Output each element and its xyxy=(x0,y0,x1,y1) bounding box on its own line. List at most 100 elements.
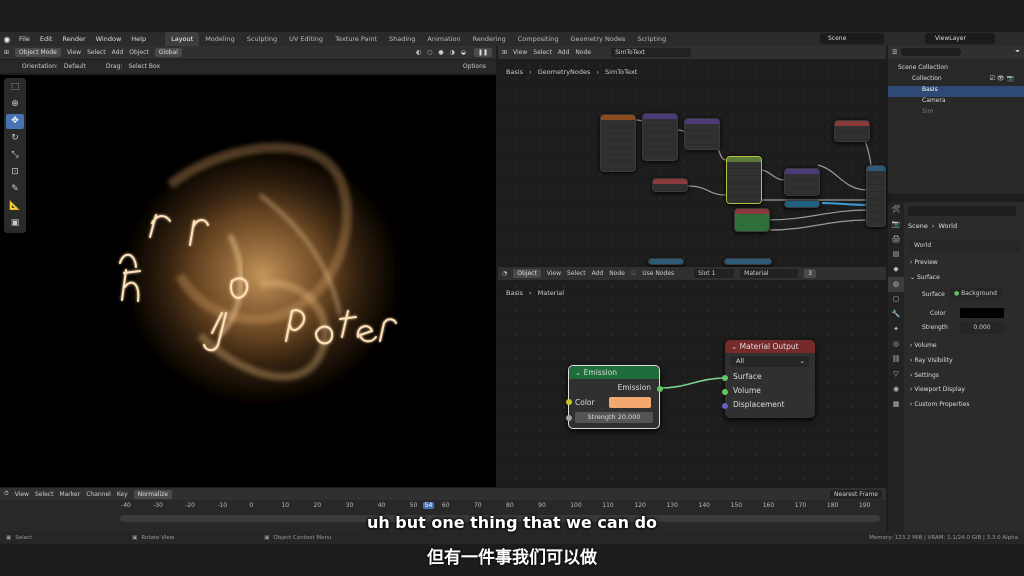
timeline-menu-marker[interactable]: Marker xyxy=(59,491,80,498)
viewport-menu-add[interactable]: Add xyxy=(112,49,124,56)
tab-texture-paint[interactable]: Texture Paint xyxy=(329,32,383,46)
outliner-item-sim[interactable]: Sim xyxy=(898,108,1024,119)
blender-logo-icon[interactable]: ◉ xyxy=(0,35,14,44)
emission-output-socket[interactable] xyxy=(657,386,663,392)
slot-dropdown[interactable]: Slot 1 xyxy=(694,269,735,278)
viewport-menu-select[interactable]: Select xyxy=(87,49,106,56)
geo-node-bottom-b[interactable] xyxy=(724,258,772,265)
orientation-dropdown[interactable]: Default xyxy=(64,63,86,70)
output-volume-socket[interactable] xyxy=(722,389,728,395)
material-users-count[interactable]: 3 xyxy=(804,269,816,278)
geo-menu-add[interactable]: Add xyxy=(558,49,570,56)
viewport-3d[interactable] xyxy=(0,75,496,487)
menu-window[interactable]: Window xyxy=(91,35,127,43)
shader-menu-view[interactable]: View xyxy=(547,270,561,277)
timeline-menu-select[interactable]: Select xyxy=(35,491,54,498)
tab-compositing[interactable]: Compositing xyxy=(512,32,565,46)
outliner-item-basis[interactable]: Basis xyxy=(888,86,1024,97)
geo-node-value[interactable] xyxy=(734,208,770,232)
tab-animation[interactable]: Animation xyxy=(421,32,466,46)
tab-uv-editing[interactable]: UV Editing xyxy=(283,32,329,46)
drag-dropdown[interactable]: Select Box xyxy=(128,63,160,70)
tab-rendering[interactable]: Rendering xyxy=(467,32,512,46)
material-selector[interactable]: Material xyxy=(740,269,799,278)
section-volume[interactable]: › Volume xyxy=(910,342,937,349)
outliner-scene-collection[interactable]: Scene Collection xyxy=(898,64,1024,75)
move-tool-icon[interactable]: ✥ xyxy=(6,114,24,129)
section-surface[interactable]: ⌄ Surface xyxy=(910,274,940,281)
shader-menu-add[interactable]: Add xyxy=(592,270,604,277)
modifier-tab-icon[interactable]: 🔧 xyxy=(888,307,904,322)
snap-dropdown[interactable]: Nearest Frame xyxy=(830,489,882,499)
geo-node-selected[interactable] xyxy=(726,156,762,204)
editor-type-icon[interactable]: ⊞ xyxy=(4,49,9,56)
emission-strength-socket[interactable] xyxy=(566,415,572,421)
data-tab-icon[interactable]: ▽ xyxy=(888,367,904,382)
view-layer-tab-icon[interactable]: ▤ xyxy=(888,247,904,262)
emission-strength-field[interactable]: Strength 20.000 xyxy=(575,412,653,423)
tab-modeling[interactable]: Modeling xyxy=(199,32,241,46)
tab-geometry-nodes[interactable]: Geometry Nodes xyxy=(565,32,632,46)
current-frame-indicator[interactable]: 54 xyxy=(422,502,435,509)
geo-node-math[interactable] xyxy=(642,113,678,161)
material-output-node[interactable]: ⌄ Material Output All ⌄ Surface Volume D… xyxy=(722,340,815,418)
normalize-toggle[interactable]: Normalize xyxy=(133,489,172,499)
viewport-menu-view[interactable]: View xyxy=(67,49,81,56)
cursor-tool-icon[interactable]: ⊕ xyxy=(6,97,24,112)
geo-menu-node[interactable]: Node xyxy=(575,49,591,56)
timeline-menu-key[interactable]: Key xyxy=(117,491,128,498)
scene-tab-icon[interactable]: ◆ xyxy=(888,262,904,277)
world-tab-icon[interactable]: ◍ xyxy=(888,277,904,292)
emission-node-header[interactable]: ⌄ Emission xyxy=(569,366,659,379)
viewport-menu-object[interactable]: Object xyxy=(129,49,149,56)
timeline-ruler[interactable]: -40 -30 -20 -10 0 10 20 30 40 50 54 60 70 80 90 100 110 1… xyxy=(110,502,880,512)
geo-node-store[interactable] xyxy=(834,120,870,142)
world-selector[interactable]: World xyxy=(910,240,1020,252)
world-color-swatch[interactable] xyxy=(960,308,1004,318)
properties-search-input[interactable] xyxy=(908,206,1016,216)
geo-menu-view[interactable]: View xyxy=(513,49,527,56)
emission-node[interactable]: ⌄ Emission Emission Color Strength 20.00… xyxy=(566,365,663,429)
timeline-menu-view[interactable]: View xyxy=(15,491,29,498)
render-tab-icon[interactable]: 📷 xyxy=(888,217,904,232)
geo-node-bottom-a[interactable] xyxy=(648,258,684,265)
menu-file[interactable]: File xyxy=(14,35,35,43)
shader-menu-select[interactable]: Select xyxy=(567,270,586,277)
texture-tab-icon[interactable]: ▦ xyxy=(888,397,904,412)
output-tab-icon[interactable]: 🖨 xyxy=(888,232,904,247)
outliner-search-input[interactable] xyxy=(901,48,962,56)
tab-scripting[interactable]: Scripting xyxy=(631,32,672,46)
geo-menu-select[interactable]: Select xyxy=(533,49,552,56)
geo-editor-type-icon[interactable]: ⊞ xyxy=(502,49,507,56)
material-output-header[interactable]: ⌄ Material Output xyxy=(725,340,815,353)
geo-node-position[interactable] xyxy=(652,178,688,192)
outliner-item-camera[interactable]: Camera xyxy=(898,97,1024,108)
annotate-tool-icon[interactable]: ✎ xyxy=(6,182,24,197)
outliner-collection[interactable]: Collection ☑👁📷 xyxy=(898,75,1024,86)
shader-node-canvas[interactable]: Basis › Material ⌄ Emission Emission Colo… xyxy=(498,281,886,487)
world-strength-field[interactable]: 0.000 xyxy=(960,322,1004,334)
use-nodes-checkbox[interactable]: ☑ xyxy=(631,270,636,277)
tool-tab-icon[interactable]: 🛠 xyxy=(888,202,904,217)
timeline-editor-icon[interactable]: ⏱ xyxy=(4,490,9,498)
output-surface-socket[interactable] xyxy=(722,375,728,381)
emission-color-socket[interactable] xyxy=(566,399,572,405)
section-preview[interactable]: › Preview xyxy=(910,259,938,266)
section-ray-visibility[interactable]: › Ray Visibility xyxy=(910,357,953,364)
constraints-tab-icon[interactable]: ⛓ xyxy=(888,352,904,367)
geometry-node-canvas[interactable]: Basis › GeometryNodes › SimToText xyxy=(498,60,886,265)
section-viewport-display[interactable]: › Viewport Display xyxy=(910,386,965,393)
menu-render[interactable]: Render xyxy=(57,35,90,43)
physics-tab-icon[interactable]: ◎ xyxy=(888,337,904,352)
transform-orientation-dropdown[interactable]: Global xyxy=(154,48,182,57)
emission-color-swatch[interactable] xyxy=(609,397,651,408)
geo-node-vector[interactable] xyxy=(684,118,720,150)
geo-node-length[interactable] xyxy=(784,168,820,196)
options-dropdown[interactable]: Options xyxy=(463,63,486,70)
geo-node-noise[interactable] xyxy=(600,114,636,172)
scene-selector[interactable]: Scene xyxy=(820,33,884,44)
menu-help[interactable]: Help xyxy=(126,35,151,43)
geo-node-reroute[interactable] xyxy=(784,200,820,208)
measure-tool-icon[interactable]: 📐 xyxy=(6,199,24,214)
tab-shading[interactable]: Shading xyxy=(383,32,421,46)
